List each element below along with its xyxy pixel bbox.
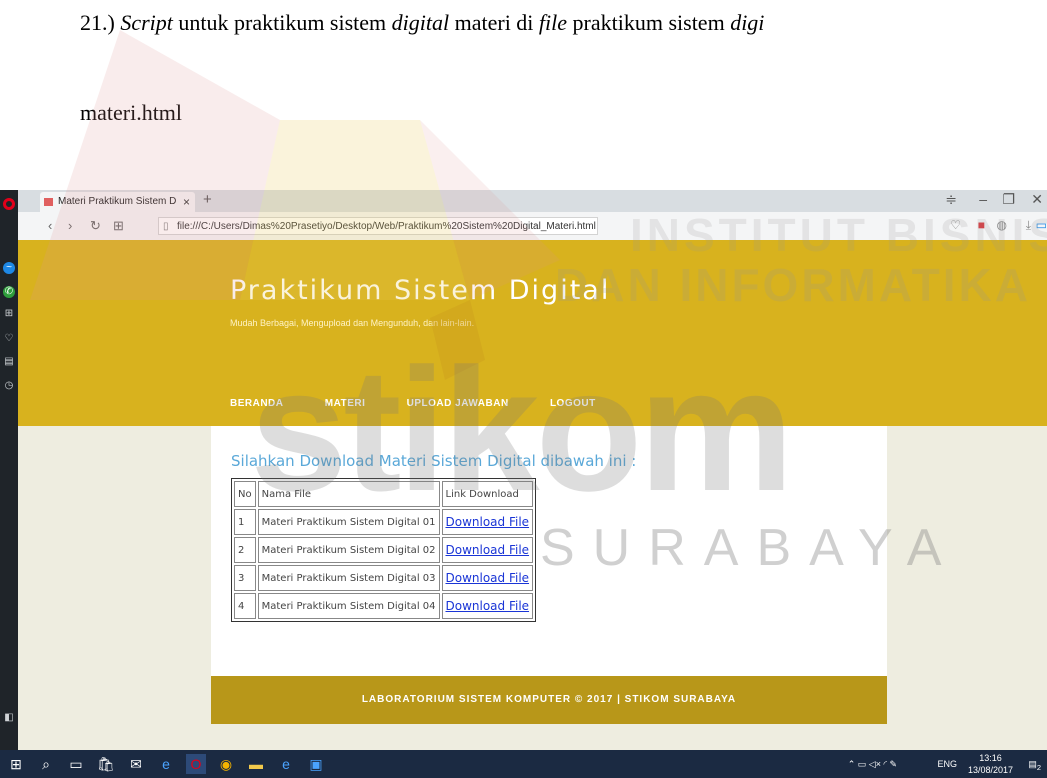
table-row: 2 Materi Praktikum Sistem Digital 02 Dow… xyxy=(234,537,534,563)
content-heading: Silahkan Download Materi Sistem Digital … xyxy=(231,452,637,470)
notification-icon[interactable]: ▤2 xyxy=(1028,750,1041,778)
back-icon[interactable]: ‹ xyxy=(48,218,52,233)
task-view-icon[interactable]: ▭ xyxy=(66,754,86,774)
news-icon[interactable]: ▤ xyxy=(3,356,15,368)
nav-logout[interactable]: LOGOUT xyxy=(550,398,596,409)
new-tab-button[interactable]: + xyxy=(203,191,212,208)
language-indicator[interactable]: ENG xyxy=(937,750,957,778)
vpn-icon[interactable]: ◍ xyxy=(997,218,1007,232)
bookmark-heart-icon[interactable]: ♡ xyxy=(950,218,961,232)
restore-button[interactable]: ❐ xyxy=(1002,191,1015,208)
header-nama-file: Nama File xyxy=(257,481,440,507)
main-content: Silahkan Download Materi Sistem Digital … xyxy=(211,426,887,676)
tab-title: Materi Praktikum Sistem D xyxy=(58,196,177,207)
notification-count: 2 xyxy=(1036,762,1041,772)
site-subtitle: Mudah Berbagai, Mengupload dan Mengunduh… xyxy=(230,318,475,328)
site-footer: LABORATORIUM SISTEM KOMPUTER © 2017 | ST… xyxy=(211,676,887,724)
speed-dial-button-icon[interactable]: ⊞ xyxy=(113,218,124,234)
battery-saver-icon[interactable]: ▭ xyxy=(1036,218,1047,232)
page-icon: ▯ xyxy=(163,221,169,232)
site-nav: BERANDA MATERI UPLOAD JAWABAN LOGOUT xyxy=(230,398,634,409)
history-icon[interactable]: ◷ xyxy=(3,380,15,392)
search-icon[interactable]: ⌕ xyxy=(36,754,56,774)
doc-word-digital: digital xyxy=(391,10,450,35)
speed-dial-icon[interactable]: ⊞ xyxy=(3,308,15,320)
download-link[interactable]: Download File xyxy=(441,565,534,591)
title-bar: Materi Praktikum Sistem D × + ≑ – ❐ ✕ xyxy=(18,190,1047,212)
taskbar: ⊞ ⌕ ▭ 🛍 ✉ e O ◉ ▬ e ▣ ⌃ ▭ ◁× ◜ ✎ ENG 13:… xyxy=(0,750,1047,778)
row-file-name: Materi Praktikum Sistem Digital 01 xyxy=(257,509,440,535)
minimize-button[interactable]: – xyxy=(979,191,987,207)
sidebar-toggle-icon[interactable]: ◧ xyxy=(3,712,15,724)
chrome-icon[interactable]: ◉ xyxy=(216,754,236,774)
header-link-download: Link Download xyxy=(441,481,534,507)
clock-time: 13:16 xyxy=(979,753,1002,763)
download-icon[interactable]: ⤓ xyxy=(1026,218,1031,233)
easy-setup-icon[interactable]: ≑ xyxy=(945,191,957,208)
browser-screenshot: ~ ✆ ⊞ ♡ ▤ ◷ ◧ Materi Praktikum Sistem D … xyxy=(0,190,1047,778)
table-row: 3 Materi Praktikum Sistem Digital 03 Dow… xyxy=(234,565,534,591)
doc-word-script: Script xyxy=(120,10,173,35)
mail-icon[interactable]: ✉ xyxy=(126,754,146,774)
messenger-icon[interactable]: ~ xyxy=(3,262,15,274)
store-icon[interactable]: 🛍 xyxy=(96,754,116,774)
extension-icon[interactable]: ■ xyxy=(978,218,985,232)
file-explorer-icon[interactable]: ▬ xyxy=(246,754,266,774)
edge-icon[interactable]: e xyxy=(276,754,296,774)
sway-icon[interactable]: ▣ xyxy=(306,754,326,774)
document-line-1: 21.) Script untuk praktikum sistem digit… xyxy=(80,10,764,36)
site-title[interactable]: Praktikum Sistem Digital xyxy=(230,275,610,306)
address-bar-row: ‹ › ↻ ⊞ ▯ file:///C:/Users/Dimas%20Prase… xyxy=(18,212,1047,241)
row-file-name: Materi Praktikum Sistem Digital 02 xyxy=(257,537,440,563)
tab-close-button[interactable]: × xyxy=(183,192,190,212)
whatsapp-icon[interactable]: ✆ xyxy=(3,286,15,298)
row-no: 2 xyxy=(234,537,256,563)
table-row: 4 Materi Praktikum Sistem Digital 04 Dow… xyxy=(234,593,534,619)
clock[interactable]: 13:16 13/08/2017 xyxy=(968,752,1013,776)
nav-beranda[interactable]: BERANDA xyxy=(230,398,284,409)
document-line-2: materi.html xyxy=(80,100,183,125)
nav-upload-jawaban[interactable]: UPLOAD JAWABAN xyxy=(407,398,509,409)
doc-word-file: file xyxy=(538,10,568,35)
browser-tab[interactable]: Materi Praktikum Sistem D × xyxy=(40,192,195,212)
materials-table: No Nama File Link Download 1 Materi Prak… xyxy=(231,478,537,622)
header-no: No xyxy=(234,481,256,507)
doc-text: untuk praktikum sistem xyxy=(178,10,387,35)
windows-start-icon[interactable]: ⊞ xyxy=(6,754,26,774)
download-link[interactable]: Download File xyxy=(441,537,534,563)
internet-explorer-icon[interactable]: e xyxy=(156,754,176,774)
doc-text: materi di xyxy=(454,10,534,35)
tray-icons[interactable]: ⌃ ▭ ◁× ◜ ✎ xyxy=(848,750,897,778)
row-file-name: Materi Praktikum Sistem Digital 03 xyxy=(257,565,440,591)
close-window-button[interactable]: ✕ xyxy=(1031,191,1043,208)
reload-icon[interactable]: ↻ xyxy=(90,218,101,234)
table-header-row: No Nama File Link Download xyxy=(234,481,534,507)
row-no: 1 xyxy=(234,509,256,535)
favicon-icon xyxy=(44,198,53,206)
doc-number: 21.) xyxy=(80,10,115,35)
row-no: 3 xyxy=(234,565,256,591)
doc-text: praktikum sistem xyxy=(572,10,725,35)
row-no: 4 xyxy=(234,593,256,619)
forward-icon[interactable]: › xyxy=(68,218,72,233)
nav-materi[interactable]: MATERI xyxy=(325,398,366,409)
doc-word-digi: digi xyxy=(730,10,765,35)
download-link[interactable]: Download File xyxy=(441,509,534,535)
opera-sidebar: ~ ✆ ⊞ ♡ ▤ ◷ ◧ xyxy=(0,190,18,750)
opera-taskbar-icon[interactable]: O xyxy=(186,754,206,774)
table-row: 1 Materi Praktikum Sistem Digital 01 Dow… xyxy=(234,509,534,535)
url-field[interactable]: ▯ file:///C:/Users/Dimas%20Prasetiyo/Des… xyxy=(158,217,598,235)
site-header: Praktikum Sistem Digital Mudah Berbagai,… xyxy=(18,240,1047,426)
heart-icon[interactable]: ♡ xyxy=(3,333,15,345)
url-text: file:///C:/Users/Dimas%20Prasetiyo/Deskt… xyxy=(177,221,596,232)
clock-date: 13/08/2017 xyxy=(967,765,1013,775)
opera-logo-icon[interactable] xyxy=(3,198,15,210)
row-file-name: Materi Praktikum Sistem Digital 04 xyxy=(257,593,440,619)
download-link[interactable]: Download File xyxy=(441,593,534,619)
